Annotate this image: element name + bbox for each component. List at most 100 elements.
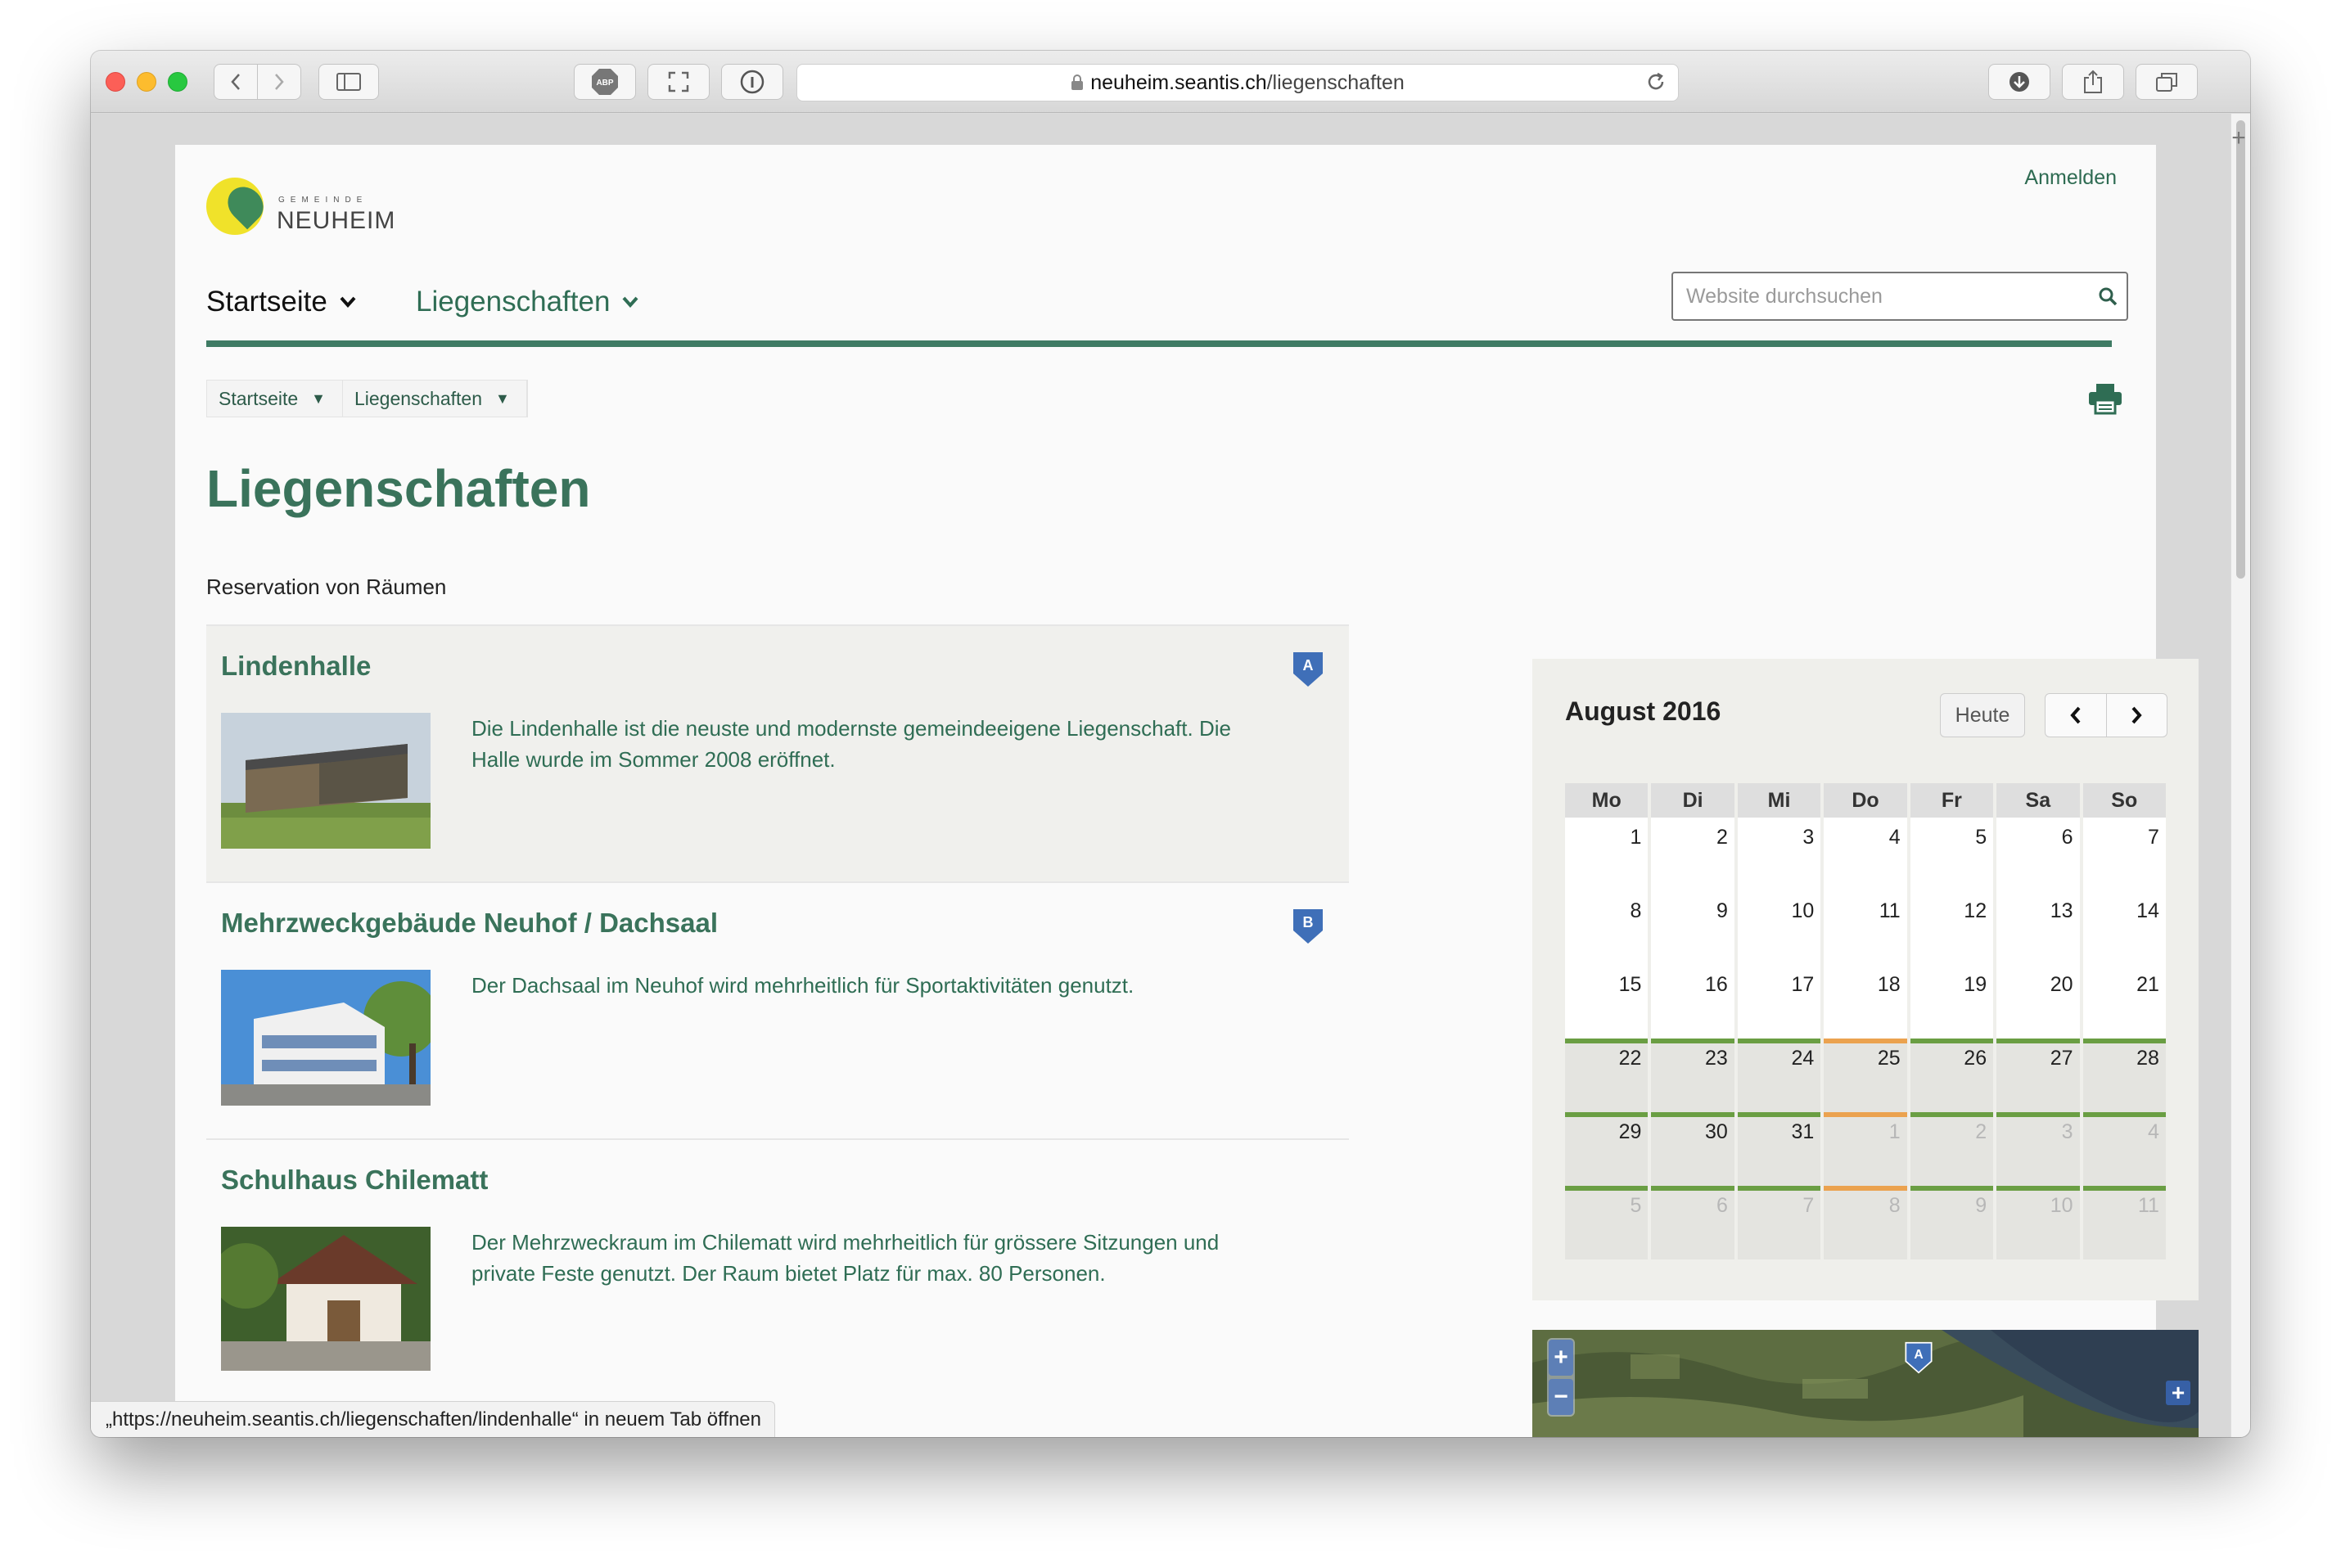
calendar-day[interactable]: 20 (1996, 965, 2080, 1039)
downloads-button[interactable] (1988, 64, 2050, 100)
forward-button[interactable] (257, 64, 301, 100)
calendar-day[interactable]: 1 (1565, 818, 1649, 891)
lindenhalle-photo[interactable] (221, 713, 431, 849)
reload-icon[interactable] (1645, 71, 1667, 98)
layer-switcher-button[interactable]: + (2166, 1380, 2190, 1405)
calendar-day[interactable]: 4 (1824, 818, 1907, 891)
list-item[interactable]: Lindenhalle A Die Lindenhalle ist die ne… (206, 624, 1349, 881)
tabs-overview-button[interactable] (2136, 64, 2198, 100)
calendar-day[interactable]: 18 (1824, 965, 1907, 1039)
weekday-label: Sa (1996, 783, 2080, 818)
nav-liegenschaften[interactable]: Liegenschaften (416, 286, 639, 318)
calendar-day[interactable]: 6 (1651, 1186, 1734, 1259)
caret-down-icon[interactable]: ▼ (495, 390, 510, 408)
info-button[interactable] (721, 64, 783, 100)
map-marker-icon[interactable]: A (1904, 1341, 1933, 1378)
calendar-day[interactable]: 28 (2082, 1039, 2166, 1112)
back-button[interactable] (214, 64, 258, 100)
nav-divider (206, 340, 2112, 347)
weekday-label: Do (1824, 783, 1907, 818)
share-button[interactable] (2062, 64, 2124, 100)
item-title[interactable]: Mehrzweckgebäude Neuhof / Dachsaal (221, 908, 718, 939)
zoom-in-button[interactable]: + (1549, 1340, 1573, 1376)
calendar-day[interactable]: 5 (1565, 1186, 1649, 1259)
calendar-day[interactable]: 9 (1651, 891, 1734, 965)
calendar-day[interactable]: 10 (1996, 1186, 2080, 1259)
close-window-button[interactable] (106, 72, 125, 92)
caret-down-icon[interactable]: ▼ (311, 390, 326, 408)
url-host: neuheim.seantis.ch (1090, 70, 1267, 94)
search-input[interactable] (1673, 284, 2089, 309)
marker-letter: B (1303, 914, 1314, 930)
prev-month-button[interactable] (2046, 694, 2106, 737)
calendar-day[interactable]: 21 (2082, 965, 2166, 1039)
today-button[interactable]: Heute (1940, 693, 2025, 737)
nav-startseite[interactable]: Startseite (206, 286, 357, 318)
weekday-label: Di (1651, 783, 1734, 818)
calendar-day[interactable]: 31 (1737, 1112, 1821, 1186)
adblock-button[interactable]: ABP (574, 64, 636, 100)
calendar-day[interactable]: 17 (1737, 965, 1821, 1039)
calendar-day[interactable]: 24 (1737, 1039, 1821, 1112)
calendar-day[interactable]: 22 (1565, 1039, 1649, 1112)
calendar-day[interactable]: 26 (1910, 1039, 1994, 1112)
calendar-day[interactable]: 10 (1737, 891, 1821, 965)
calendar-day[interactable]: 1 (1824, 1112, 1907, 1186)
calendar-day[interactable]: 7 (2082, 818, 2166, 891)
calendar-day[interactable]: 27 (1996, 1039, 2080, 1112)
calendar-day[interactable]: 19 (1910, 965, 1994, 1039)
logo-subtitle: GEMEINDE (278, 196, 368, 205)
calendar-day[interactable]: 2 (1651, 818, 1734, 891)
site-search[interactable] (1671, 272, 2128, 321)
calendar-day[interactable]: 16 (1651, 965, 1734, 1039)
scrollbar-thumb[interactable] (2236, 120, 2245, 579)
calendar-day[interactable]: 3 (1737, 818, 1821, 891)
calendar-day[interactable]: 6 (1996, 818, 2080, 891)
calendar-day[interactable]: 14 (2082, 891, 2166, 965)
calendar-day[interactable]: 4 (2082, 1112, 2166, 1186)
zoom-out-button[interactable]: − (1549, 1379, 1573, 1415)
breadcrumb: Startseite ▼ Liegenschaften ▼ (206, 380, 528, 417)
calendar-nav (2045, 693, 2167, 737)
calendar-day[interactable]: 30 (1651, 1112, 1734, 1186)
calendar-day[interactable]: 12 (1910, 891, 1994, 965)
calendar-day[interactable]: 2 (1910, 1112, 1994, 1186)
item-title[interactable]: Lindenhalle (221, 651, 371, 682)
neuhof-photo[interactable] (221, 970, 431, 1106)
breadcrumb-startseite[interactable]: Startseite ▼ (207, 381, 343, 417)
calendar-day[interactable]: 9 (1910, 1186, 1994, 1259)
calendar-day[interactable]: 7 (1737, 1186, 1821, 1259)
fullscreen-button[interactable] (647, 64, 710, 100)
calendar-day[interactable]: 15 (1565, 965, 1649, 1039)
calendar-day[interactable]: 11 (2082, 1186, 2166, 1259)
chilematt-photo[interactable] (221, 1227, 431, 1371)
next-month-button[interactable] (2105, 694, 2167, 737)
calendar-day[interactable]: 5 (1910, 818, 1994, 891)
weekday-label: Mi (1737, 783, 1821, 818)
minimize-window-button[interactable] (137, 72, 156, 92)
calendar-day[interactable]: 8 (1824, 1186, 1907, 1259)
item-title[interactable]: Schulhaus Chilematt (221, 1165, 488, 1196)
calendar-day[interactable]: 29 (1565, 1112, 1649, 1186)
calendar-day[interactable]: 11 (1824, 891, 1907, 965)
address-bar[interactable]: neuheim.seantis.ch/liegenschaften (796, 64, 1679, 101)
print-button[interactable] (2087, 382, 2123, 419)
list-item[interactable]: Schulhaus Chilematt Der Mehrzweckraum im… (206, 1138, 1349, 1395)
calendar-day[interactable]: 3 (1996, 1112, 2080, 1186)
calendar-day[interactable]: 25 (1824, 1039, 1907, 1112)
zoom-window-button[interactable] (168, 72, 187, 92)
new-tab-button[interactable]: + (2227, 124, 2250, 157)
neuheim-logo[interactable]: GEMEINDE NEUHEIM (206, 178, 419, 243)
property-map[interactable]: + − A + (1532, 1330, 2199, 1437)
sidebar-button[interactable] (318, 64, 379, 100)
list-item[interactable]: Mehrzweckgebäude Neuhof / Dachsaal B Der… (206, 881, 1349, 1138)
page-scrollbar[interactable] (2230, 114, 2250, 1437)
page-subtitle: Reservation von Räumen (206, 574, 447, 599)
calendar-day[interactable]: 13 (1996, 891, 2080, 965)
login-link[interactable]: Anmelden (2024, 166, 2117, 190)
calendar-day[interactable]: 8 (1565, 891, 1649, 965)
calendar-day[interactable]: 23 (1651, 1039, 1734, 1112)
calendar-week: 29 30 31 1 2 3 4 (1565, 1112, 2166, 1186)
search-button[interactable] (2089, 273, 2127, 319)
breadcrumb-liegenschaften[interactable]: Liegenschaften ▼ (343, 381, 527, 417)
